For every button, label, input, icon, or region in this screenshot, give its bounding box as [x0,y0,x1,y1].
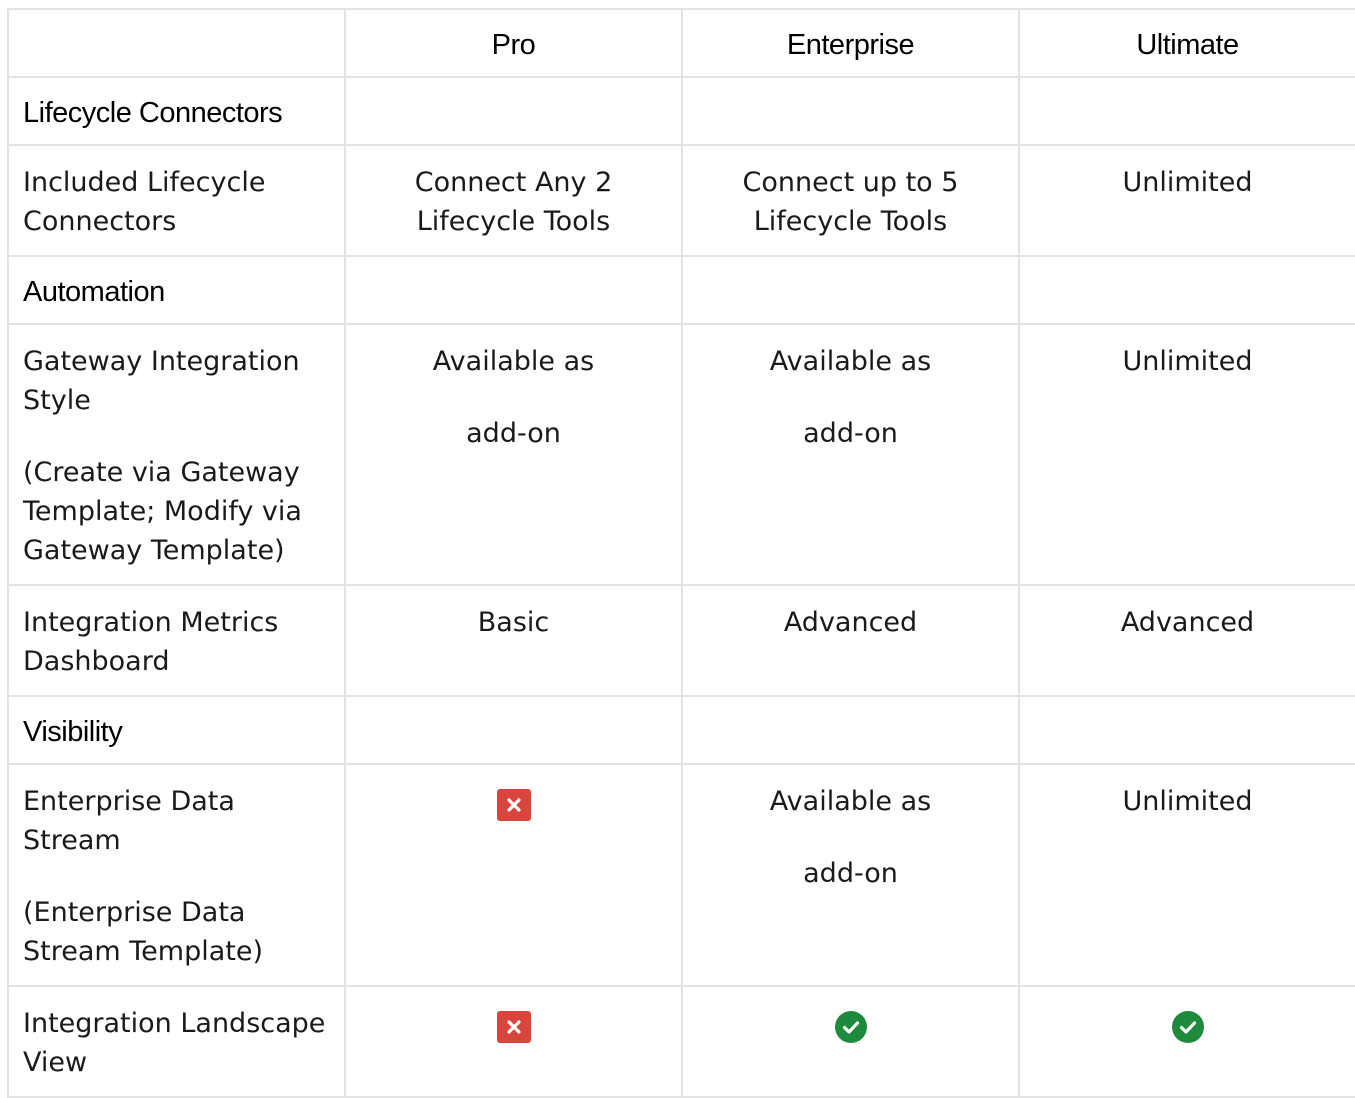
header-pro: Pro [344,8,683,78]
header-feature [7,8,346,78]
cell-enterprise: Connect up to 5 Lifecycle Tools [681,144,1020,257]
cell-ultimate: Advanced [1018,584,1355,697]
cell-ultimate: Unlimited [1018,763,1355,987]
check-icon [1171,1010,1205,1043]
feature-name: Integration Landscape View [7,985,346,1098]
feature-name: Gateway Integration Style (Create via Ga… [7,323,346,586]
cell-pro [344,763,683,987]
table-row: Integration Metrics Dashboard Basic Adva… [7,584,1355,697]
cell-pro: Available as add-on [344,323,683,586]
header-ultimate: Ultimate [1018,8,1355,78]
cross-icon [496,788,531,821]
feature-name: Enterprise Data Stream (Enterprise Data … [7,763,346,987]
section-row-automation: Automation [7,255,1355,325]
table-header-row: Pro Enterprise Ultimate [7,8,1355,78]
cell-ultimate: Unlimited [1018,323,1355,586]
plan-comparison-table: Pro Enterprise Ultimate Lifecycle Connec… [7,8,1355,1098]
check-icon [834,1010,868,1043]
table-row: Integration Landscape View [7,985,1355,1098]
table-row: Enterprise Data Stream (Enterprise Data … [7,763,1355,987]
table-row: Gateway Integration Style (Create via Ga… [7,323,1355,586]
section-title: Automation [7,255,346,325]
cell-enterprise [681,985,1020,1098]
cell-pro: Connect Any 2 Lifecycle Tools [344,144,683,257]
feature-name: Integration Metrics Dashboard [7,584,346,697]
cross-icon [496,1010,531,1043]
cell-ultimate: Unlimited [1018,144,1355,257]
cell-enterprise: Available as add-on [681,763,1020,987]
header-enterprise: Enterprise [681,8,1020,78]
cell-pro: Basic [344,584,683,697]
section-title: Visibility [7,695,346,765]
section-row-lifecycle-connectors: Lifecycle Connectors [7,76,1355,146]
section-title: Lifecycle Connectors [7,76,346,146]
cell-ultimate [1018,985,1355,1098]
section-row-visibility: Visibility [7,695,1355,765]
cell-enterprise: Available as add-on [681,323,1020,586]
cell-enterprise: Advanced [681,584,1020,697]
feature-note: (Enterprise Data Stream Template) [23,897,264,967]
feature-note: (Create via Gateway Template; Modify via… [23,457,302,566]
table-row: Included Lifecycle Connectors Connect An… [7,144,1355,257]
feature-name: Included Lifecycle Connectors [7,144,346,257]
cell-pro [344,985,683,1098]
